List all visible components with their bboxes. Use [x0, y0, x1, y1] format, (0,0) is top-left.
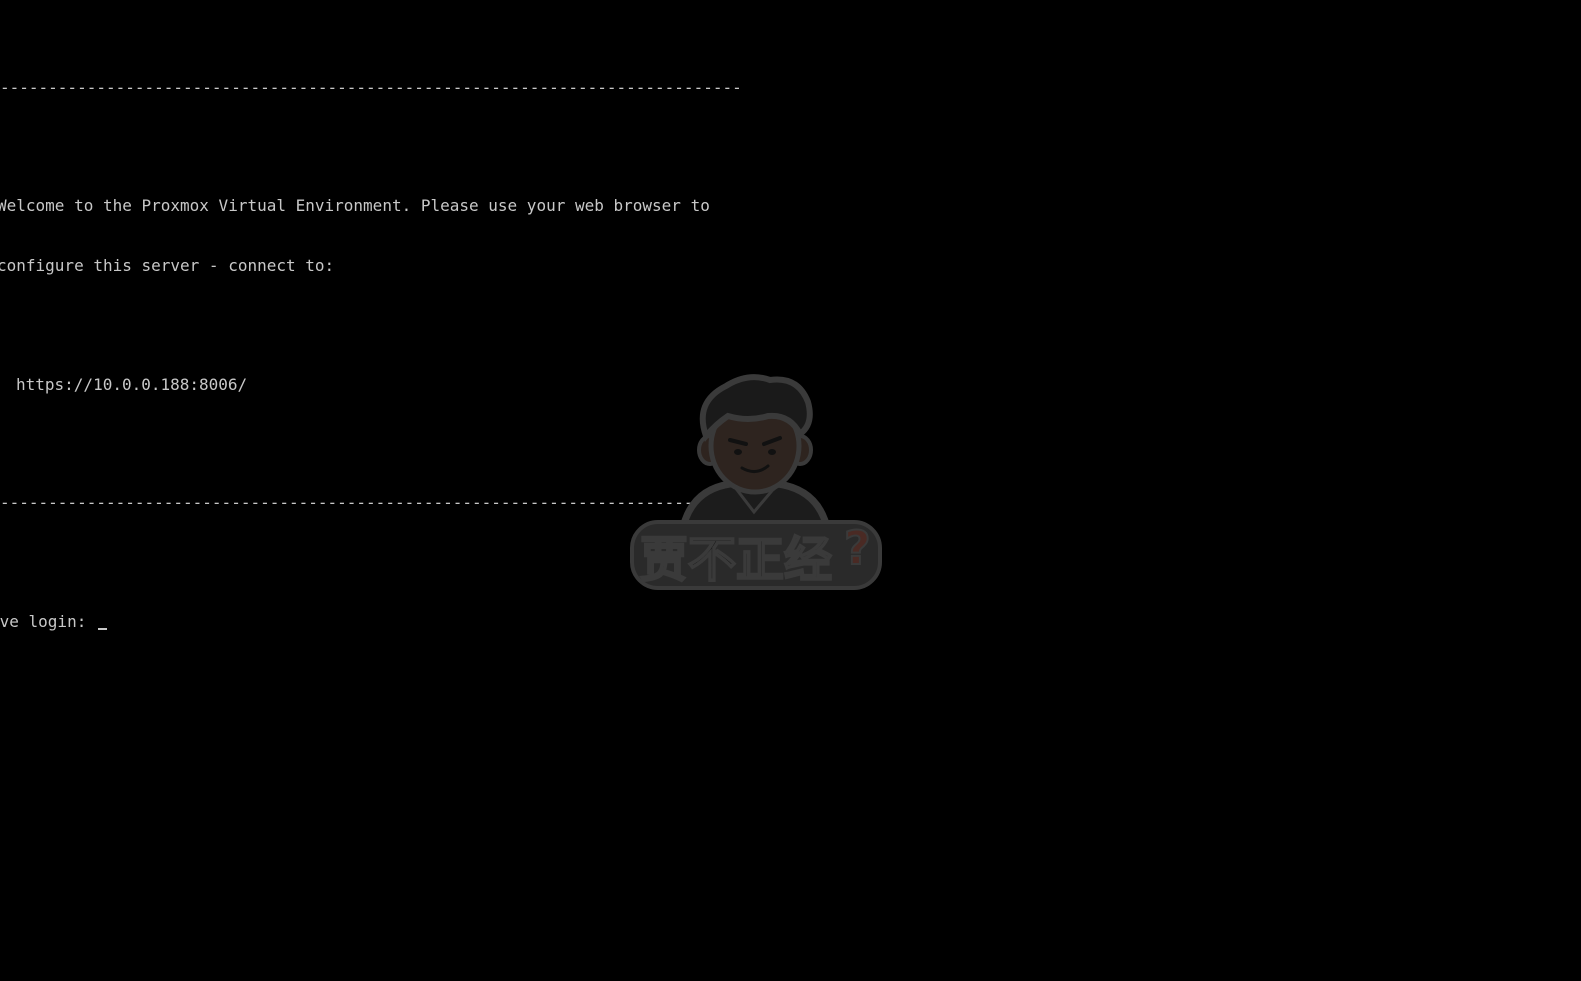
welcome-message-line-1: Welcome to the Proxmox Virtual Environme… — [0, 196, 710, 216]
cartoon-man-avatar-icon — [677, 374, 833, 536]
welcome-message-line-2: configure this server - connect to: — [0, 255, 335, 275]
console-screen: ----------------------------------------… — [0, 0, 1581, 981]
login-line[interactable]: pve login: — [0, 612, 800, 632]
watermark-text: 贾不正经 — [640, 532, 832, 588]
text-cursor[interactable] — [97, 628, 107, 631]
login-prompt: pve login: — [0, 612, 87, 632]
watermark-logo: 贾不正经 ? — [630, 374, 882, 590]
watermark-question-mark: ? — [844, 521, 871, 575]
separator-line-top: ----------------------------------------… — [0, 77, 742, 97]
